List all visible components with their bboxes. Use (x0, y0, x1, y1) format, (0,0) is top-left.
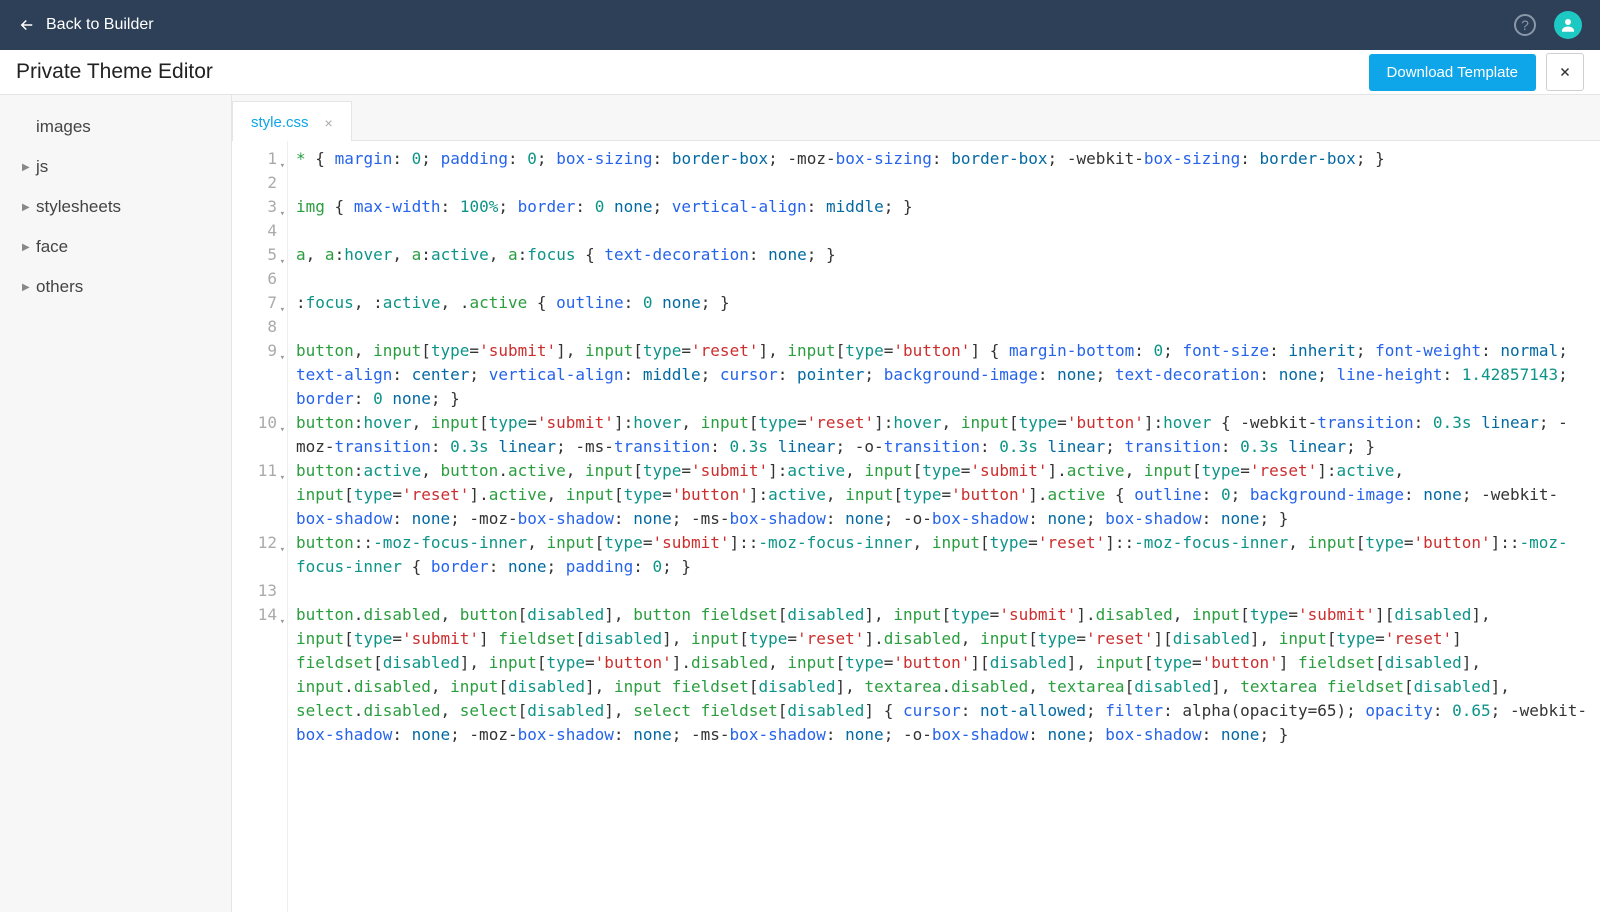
sidebar-item-label: others (36, 277, 83, 297)
code-line: button.disabled, button[disabled], butto… (296, 603, 1592, 747)
code-line: button::-moz-focus-inner, input[type='su… (296, 531, 1592, 579)
code-line (296, 171, 1592, 195)
code-line: a, a:hover, a:active, a:focus { text-dec… (296, 243, 1592, 267)
tab-style-css[interactable]: style.css × (232, 101, 352, 141)
code-line: img { max-width: 100%; border: 0 none; v… (296, 195, 1592, 219)
close-button[interactable] (1546, 53, 1584, 91)
sidebar-item-label: stylesheets (36, 197, 121, 217)
caret-right-icon: ▶ (22, 202, 30, 213)
sidebar-item-face[interactable]: ▶ face (0, 227, 231, 267)
sidebar-item-label: face (36, 237, 68, 257)
topbar: Back to Builder ? (0, 0, 1600, 50)
sidebar-item-js[interactable]: ▶ js (0, 147, 231, 187)
back-to-builder-link[interactable]: Back to Builder (18, 16, 154, 34)
back-label: Back to Builder (46, 16, 154, 34)
caret-right-icon: ▶ (22, 282, 30, 293)
code-line: button, input[type='submit'], input[type… (296, 339, 1592, 411)
arrow-left-icon (18, 16, 36, 34)
sidebar-item-stylesheets[interactable]: ▶ stylesheets (0, 187, 231, 227)
subheader: Private Theme Editor Download Template (0, 50, 1600, 95)
download-template-button[interactable]: Download Template (1369, 54, 1536, 91)
code-line (296, 315, 1592, 339)
code-line: * { margin: 0; padding: 0; box-sizing: b… (296, 147, 1592, 171)
code-line: button:hover, input[type='submit']:hover… (296, 411, 1592, 459)
code-line (296, 579, 1592, 603)
help-icon[interactable]: ? (1514, 14, 1536, 36)
caret-right-icon: ▶ (22, 162, 30, 173)
sidebar: images ▶ js ▶ stylesheets ▶ face ▶ other… (0, 95, 232, 912)
code-line (296, 267, 1592, 291)
code-line (296, 219, 1592, 243)
tab-label: style.css (251, 114, 309, 131)
sidebar-item-label: js (36, 157, 48, 177)
page-title: Private Theme Editor (16, 60, 213, 84)
close-icon (1558, 65, 1572, 79)
main: images ▶ js ▶ stylesheets ▶ face ▶ other… (0, 95, 1600, 912)
tab-close-icon[interactable]: × (325, 115, 333, 131)
sidebar-item-label: images (36, 117, 91, 137)
code-line: button:active, button.active, input[type… (296, 459, 1592, 531)
code-editor[interactable]: 1▾23▾45▾67▾89▾ 10▾ 11▾ 12▾ 1314▾ * { mar… (232, 141, 1600, 912)
caret-right-icon: ▶ (22, 242, 30, 253)
avatar[interactable] (1554, 11, 1582, 39)
sidebar-item-others[interactable]: ▶ others (0, 267, 231, 307)
code-content[interactable]: * { margin: 0; padding: 0; box-sizing: b… (288, 141, 1600, 912)
code-line: :focus, :active, .active { outline: 0 no… (296, 291, 1592, 315)
editor-area: style.css × 1▾23▾45▾67▾89▾ 10▾ 11▾ 12▾ 1… (232, 95, 1600, 912)
gutter: 1▾23▾45▾67▾89▾ 10▾ 11▾ 12▾ 1314▾ (232, 141, 288, 912)
sidebar-item-images[interactable]: images (0, 107, 231, 147)
tabbar: style.css × (232, 95, 1600, 141)
